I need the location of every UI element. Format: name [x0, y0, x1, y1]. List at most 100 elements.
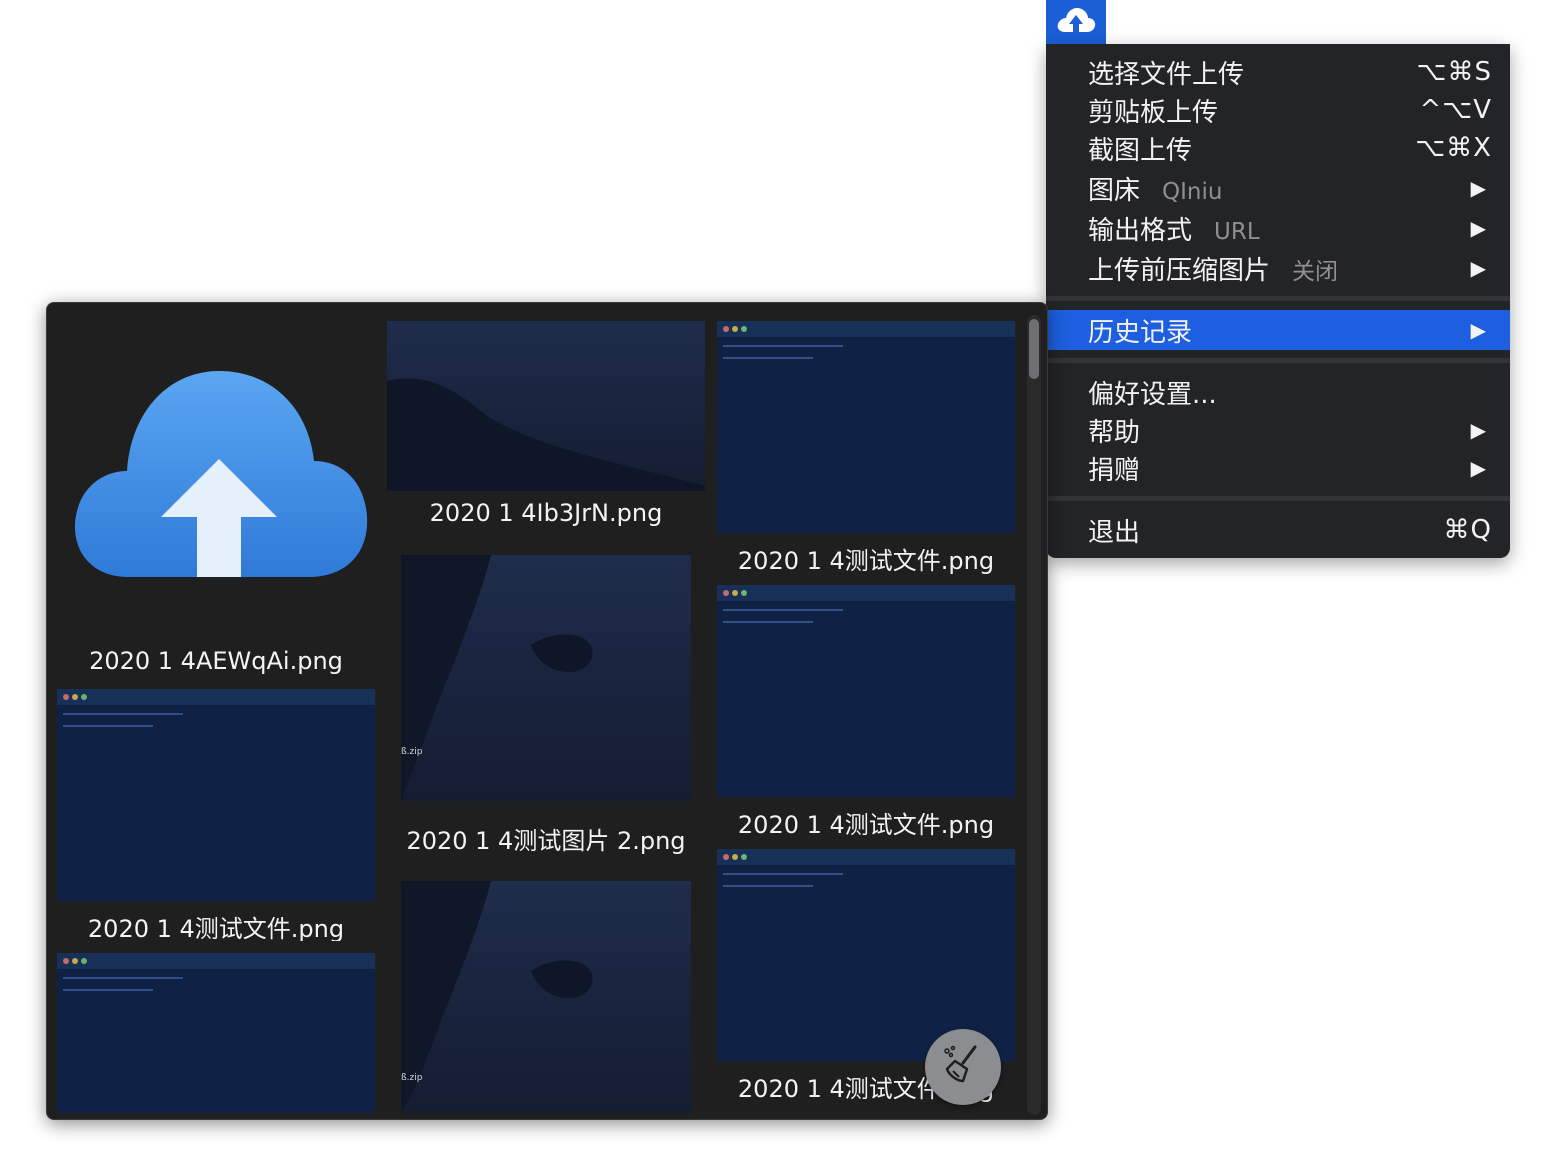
history-item[interactable]: ß.zip 2020 1 4测试图片 2.png [385, 555, 707, 865]
menu-item-image-host[interactable]: 图床 QIniu ▶ [1046, 170, 1510, 206]
menu-item-title: 图床 [1088, 175, 1141, 206]
submenu-arrow-icon: ▶ [1470, 456, 1486, 480]
terminal-tabbar [57, 689, 375, 705]
submenu-arrow-icon: ▶ [1470, 176, 1486, 200]
menu-item-label: 输出格式 URL [1088, 210, 1260, 247]
broom-icon [941, 1043, 985, 1091]
window-dot [741, 326, 747, 332]
thumbnail [387, 321, 705, 491]
menu-separator [1046, 358, 1510, 363]
thumbnail: ß.zip [401, 555, 691, 801]
zip-label: ß.zip [401, 747, 423, 757]
menu-item-label: 历史记录 [1088, 317, 1193, 348]
window-dot [72, 694, 78, 700]
menu-item-label: 捐赠 [1088, 455, 1141, 486]
menu-item-clipboard-upload[interactable]: 剪贴板上传 ^⌥V [1046, 92, 1510, 128]
menu-item-help[interactable]: 帮助 ▶ [1046, 412, 1510, 448]
menu-item-output-format[interactable]: 输出格式 URL ▶ [1046, 210, 1510, 246]
terminal-line [63, 977, 183, 979]
window-dot [741, 854, 747, 860]
history-item[interactable] [55, 953, 377, 1113]
menu-item-screenshot-upload[interactable]: 截图上传 ⌥⌘X [1046, 130, 1510, 166]
clear-history-button[interactable] [925, 1029, 1001, 1105]
terminal-line [723, 885, 813, 887]
terminal-tabbar [717, 849, 1015, 865]
menu-item-label: 上传前压缩图片 关闭 [1088, 250, 1338, 287]
history-item[interactable]: 2020 1 4测试文件.png [55, 689, 377, 941]
terminal-line [63, 989, 153, 991]
terminal-tabbar [717, 585, 1015, 601]
thumbnail: ß.zip [401, 881, 691, 1113]
menu-item-title: 输出格式 [1088, 215, 1193, 246]
scrollbar[interactable] [1027, 315, 1041, 1115]
file-name: 2020 1 4Ib3JrN.png [429, 499, 663, 527]
menu-item-value: 关闭 [1292, 258, 1339, 285]
thumbnail [717, 321, 1015, 533]
terminal-tabbar [57, 953, 375, 969]
menu-item-label: 退出 [1088, 517, 1141, 548]
menu-separator [1046, 296, 1510, 301]
zip-label: ß.zip [401, 1073, 423, 1083]
terminal-line [723, 873, 843, 875]
menu-item-donate[interactable]: 捐赠 ▶ [1046, 450, 1510, 486]
thumbnail [57, 689, 375, 901]
file-name: 2020 1 4测试图片 2.png [406, 827, 686, 855]
thumbnail [717, 585, 1015, 797]
window-dot [81, 958, 87, 964]
terminal-line [723, 609, 843, 611]
window-dot [741, 590, 747, 596]
menu-item-preferences[interactable]: 偏好设置... [1046, 374, 1510, 410]
history-item[interactable]: ß.zip [385, 881, 707, 1113]
menu-item-label: 图床 QIniu [1088, 170, 1222, 207]
file-name: 2020 1 4测试文件.png [737, 547, 995, 575]
submenu-arrow-icon: ▶ [1470, 256, 1486, 280]
window-dot [732, 326, 738, 332]
window-dot [81, 694, 87, 700]
menu-item-label: 截图上传 [1088, 135, 1193, 166]
submenu-arrow-icon: ▶ [1470, 318, 1486, 342]
menu-item-quit[interactable]: 退出 ⌘Q [1046, 512, 1510, 548]
menu-item-label: 选择文件上传 [1088, 59, 1245, 90]
menu-item-value: QIniu [1162, 178, 1223, 205]
history-item[interactable]: 2020 1 4AEWqAi.png [55, 321, 377, 681]
status-bar-upload-button[interactable] [1046, 0, 1106, 44]
window-dot [63, 694, 69, 700]
submenu-arrow-icon: ▶ [1470, 216, 1486, 240]
menu-item-select-file-upload[interactable]: 选择文件上传 ⌥⌘S [1046, 54, 1510, 90]
menu-item-compress-before-upload[interactable]: 上传前压缩图片 关闭 ▶ [1046, 250, 1510, 286]
cloud-upload-icon [1055, 5, 1097, 39]
terminal-tabbar [717, 321, 1015, 337]
history-item[interactable]: 2020 1 4Ib3JrN.png [385, 321, 707, 543]
scrollbar-thumb[interactable] [1029, 319, 1039, 379]
file-name: 2020 1 4测试文件.png [737, 811, 995, 839]
menu-item-label: 帮助 [1088, 417, 1141, 448]
history-item[interactable]: 2020 1 4测试文件.png [715, 321, 1017, 581]
terminal-line [63, 725, 153, 727]
file-name: 2020 1 4测试文件.png [87, 915, 345, 941]
shortcut-label: ⌘Q [1443, 515, 1492, 545]
file-name: 2020 1 4AEWqAi.png [89, 647, 343, 675]
history-item[interactable]: 2020 1 4测试文件.png [715, 585, 1017, 847]
history-window: 2020 1 4AEWqAi.png 2020 1 4测试文件.png 2020… [46, 302, 1048, 1120]
window-dot [723, 326, 729, 332]
menu-item-title: 上传前压缩图片 [1088, 255, 1271, 286]
shortcut-label: ^⌥V [1419, 95, 1492, 125]
thumbnail [57, 953, 375, 1113]
window-dot [63, 958, 69, 964]
window-dot [732, 854, 738, 860]
app-logo-icon [69, 361, 369, 585]
terminal-line [63, 713, 183, 715]
shortcut-label: ⌥⌘X [1415, 133, 1492, 163]
window-dot [723, 854, 729, 860]
shortcut-label: ⌥⌘S [1416, 57, 1492, 87]
window-dot [72, 958, 78, 964]
menu-item-label: 剪贴板上传 [1088, 97, 1219, 128]
terminal-line [723, 357, 813, 359]
menu-item-history[interactable]: 历史记录 ▶ [1046, 310, 1510, 350]
terminal-line [723, 621, 813, 623]
status-menu: 选择文件上传 ⌥⌘S 剪贴板上传 ^⌥V 截图上传 ⌥⌘X 图床 QIniu ▶ … [1046, 44, 1510, 558]
terminal-line [723, 345, 843, 347]
menu-item-value: URL [1214, 218, 1260, 245]
menu-item-label: 偏好设置... [1088, 379, 1217, 410]
window-dot [723, 590, 729, 596]
